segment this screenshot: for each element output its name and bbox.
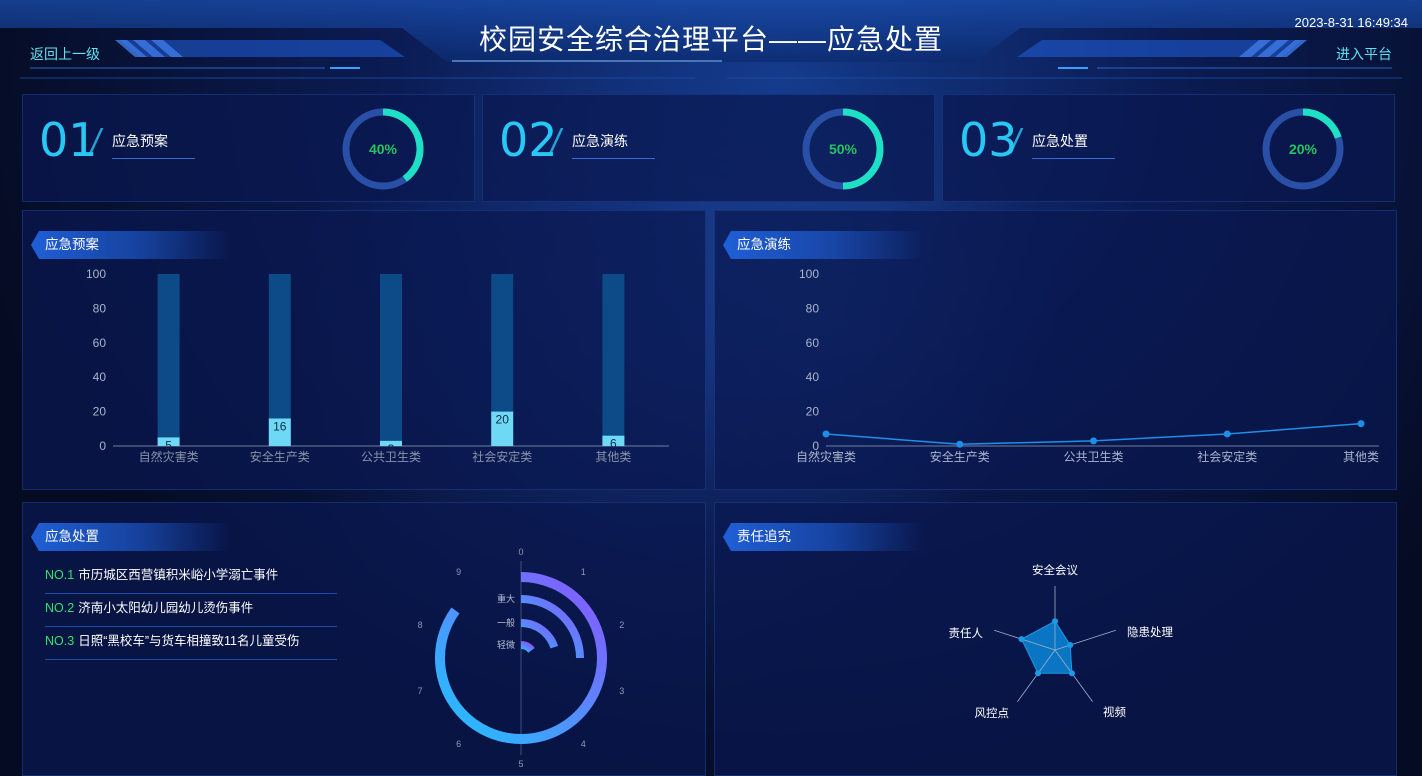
y-tick-label: 40 <box>806 370 820 384</box>
gauge-percent: 40% <box>369 141 398 157</box>
x-tick-label: 其他类 <box>595 450 631 464</box>
back-link[interactable]: 返回上一级 <box>30 44 100 64</box>
kpi-number: 02 <box>499 113 558 167</box>
y-tick-label: 60 <box>93 336 107 350</box>
datetime: 2023-8-31 16:49:34 <box>1294 15 1408 30</box>
y-tick-label: 100 <box>799 267 819 281</box>
kpi-card-handle: 03/ 应急处置 20% <box>942 94 1395 202</box>
radar-indicator-label: 风控点 <box>975 706 1010 720</box>
radar-point <box>1018 636 1025 643</box>
bar-value-label: 6 <box>610 437 617 451</box>
angle-tick-label: 3 <box>619 686 624 696</box>
angle-tick-label: 1 <box>581 567 586 577</box>
duty-radar-chart: 安全会议隐患处理视频 风控点 责任人 <box>949 563 1174 720</box>
radar-indicator-label: 隐患处理 <box>1127 626 1173 639</box>
x-tick-label: 自然灾害类 <box>139 449 199 464</box>
kpi-label: 应急处置 <box>1032 133 1088 149</box>
angle-tick-label: 4 <box>581 739 586 749</box>
bar-track <box>157 274 180 446</box>
bar-value-label: 16 <box>273 419 287 433</box>
x-tick-label: 公共卫生类 <box>1063 450 1123 464</box>
enter-platform-link[interactable]: 进入平台 <box>1336 44 1392 64</box>
data-point <box>1223 430 1231 438</box>
angle-tick-label: 0 <box>518 547 523 557</box>
kpi-slash: / <box>1011 123 1021 161</box>
kpi-slash: / <box>91 123 101 161</box>
kpi-number: 01 <box>39 113 98 167</box>
angle-tick-label: 2 <box>619 620 624 630</box>
x-tick-label: 安全生产类 <box>250 449 310 464</box>
category-label: 重大 <box>497 593 515 604</box>
data-point <box>1090 437 1097 445</box>
header: 校园安全综合治理平台——应急处置 2023-8-31 16:49:34 返回上一… <box>0 0 1422 90</box>
x-tick-label: 社会安定类 <box>472 449 532 464</box>
x-tick-label: 自然灾害类 <box>796 449 856 464</box>
kpi-label: 应急演练 <box>572 133 628 149</box>
gauge-fill <box>1302 108 1342 139</box>
category-arc <box>520 641 535 653</box>
radar-point <box>1067 642 1074 649</box>
drill-line-chart: 020406080100自然灾害类 安全生产类 公共卫生类 社会安定类 其他类 <box>796 267 1379 464</box>
duty-panel: 责任追究 安全会议 隐患处理 视频 风控点 责任人 <box>714 502 1397 776</box>
kpi-gauge: 40% <box>342 108 424 190</box>
kpi-gauge: 50% <box>802 108 884 190</box>
angle-tick-label: 6 <box>456 739 461 749</box>
data-point <box>822 430 830 438</box>
x-tick-label: 其他类 <box>1343 450 1379 464</box>
kpi-card-drill: 02/ 应急演练 50% <box>482 94 935 202</box>
y-tick-label: 60 <box>806 336 820 350</box>
y-tick-label: 80 <box>93 301 107 315</box>
page-title: 校园安全综合治理平台——应急处置 <box>478 24 943 55</box>
gauge-percent: 20% <box>1289 141 1318 157</box>
kpi-label: 应急预案 <box>112 133 168 149</box>
handle-panel: 应急处置 NO.1 市历城区西营镇积米峪小学溺亡事件 NO.2 济南小太阳幼儿园幼儿… <box>22 502 706 776</box>
kpi-slash: / <box>551 123 561 161</box>
radar-indicator-label: 安全会议 <box>1032 563 1078 577</box>
kpi-underline <box>572 158 655 159</box>
plan-panel: 应急预案 0 20 40 60 80 100 5 自然灾害类 16 安全生产类 3 公共卫生类 20 社会… <box>22 210 706 490</box>
x-tick-label: 社会安定类 <box>1197 449 1257 464</box>
angle-tick-label: 8 <box>418 620 423 630</box>
radar-indicator-label: 责任人 <box>949 627 984 640</box>
bar-value-label: 20 <box>496 413 510 427</box>
kpi-underline <box>112 158 195 159</box>
y-tick-label: 0 <box>99 439 106 453</box>
y-tick-label: 40 <box>93 370 107 384</box>
bar-track <box>602 274 625 446</box>
category-label: 一般 <box>497 617 515 628</box>
kpi-number: 03 <box>959 113 1018 167</box>
angle-tick-label: 5 <box>518 759 523 769</box>
angle-tick-label: 7 <box>418 686 423 696</box>
kpi-underline <box>1032 158 1115 159</box>
x-tick-label: 公共卫生类 <box>361 450 421 464</box>
angle-tick-label: 9 <box>456 567 461 577</box>
handle-polar-chart: 0 1 2 3 4 5 6 7 8 9 重大一般轻微 <box>418 547 625 769</box>
y-tick-label: 20 <box>93 405 107 419</box>
drill-panel: 应急演练 0 20 40 60 80 100 自然灾害类 安全生产类 公共卫生类 社会安定类 其他类 <box>714 210 1397 490</box>
gauge-percent: 50% <box>829 141 858 157</box>
data-point <box>1357 420 1365 428</box>
kpi-gauge: 20% <box>1262 108 1344 190</box>
data-point <box>956 440 964 448</box>
kpi-card-plan: 01/ 应急预案 40% <box>22 94 475 202</box>
y-tick-label: 20 <box>806 405 820 419</box>
radar-point <box>1035 670 1042 677</box>
radar-point <box>1068 670 1075 677</box>
radar-point <box>1052 618 1058 625</box>
radar-indicator-label: 视频 <box>1103 705 1126 719</box>
y-tick-label: 100 <box>86 267 106 281</box>
y-tick-label: 80 <box>806 301 820 315</box>
bar-track <box>380 274 402 446</box>
radar-axis <box>1054 649 1093 703</box>
category-label: 轻微 <box>497 639 515 650</box>
x-tick-label: 安全生产类 <box>930 449 990 464</box>
plan-bar-chart: 0204060801005自然灾害类16安全生产类3公共卫生类20社会安定类6其… <box>86 267 669 464</box>
